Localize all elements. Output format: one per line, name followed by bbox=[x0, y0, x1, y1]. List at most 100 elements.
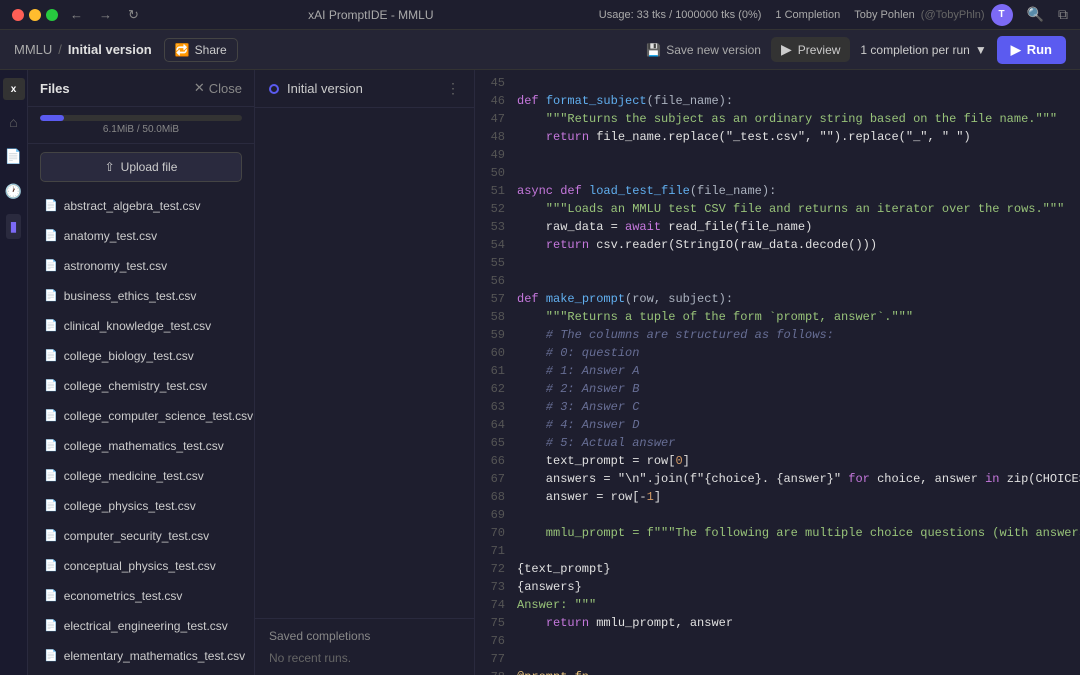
sidebar-icons: x ⌂ 📄 🕐 ▮ bbox=[0, 70, 28, 675]
preview-toggle[interactable]: ▶ Preview bbox=[771, 37, 850, 62]
history-icon[interactable]: 🕐 bbox=[1, 179, 26, 204]
table-row: 52 """Loads an MMLU test CSV file and re… bbox=[475, 200, 1080, 218]
list-item[interactable]: 📄 college_mathematics_test.csv ⋮ bbox=[32, 431, 250, 460]
titlebar: ← → ↻ xAI PromptIDE - MMLU Usage: 33 tks… bbox=[0, 0, 1080, 30]
storage-bar-fill bbox=[40, 115, 64, 121]
line-code: """Returns the subject as an ordinary st… bbox=[517, 110, 1080, 128]
upload-button[interactable]: ⇧ Upload file bbox=[40, 152, 242, 182]
close-sidebar-button[interactable]: ✕ Close bbox=[194, 80, 242, 96]
table-row: 55 bbox=[475, 254, 1080, 272]
line-code bbox=[517, 650, 1080, 668]
upload-icon: ⇧ bbox=[105, 160, 115, 174]
line-code: # 3: Answer C bbox=[517, 398, 1080, 416]
file-item-left: 📄 college_medicine_test.csv bbox=[44, 469, 204, 483]
home-icon[interactable]: ⌂ bbox=[5, 110, 21, 134]
versions-panel: Initial version ⋮ Saved completions No r… bbox=[255, 70, 475, 675]
line-number: 55 bbox=[475, 254, 517, 272]
list-item[interactable]: 📄 abstract_algebra_test.csv ⋮ bbox=[32, 191, 250, 220]
sidebar-title: Files bbox=[40, 81, 70, 96]
file-name: college_chemistry_test.csv bbox=[64, 379, 207, 393]
table-row: 57def make_prompt(row, subject): bbox=[475, 290, 1080, 308]
file-name: college_physics_test.csv bbox=[64, 499, 196, 513]
completion-per-run-label: 1 completion per run bbox=[860, 43, 969, 57]
save-button[interactable]: 💾 Save new version bbox=[646, 43, 761, 57]
table-row: 78@prompt_fn bbox=[475, 668, 1080, 675]
line-number: 57 bbox=[475, 290, 517, 308]
file-item-left: 📄 econometrics_test.csv bbox=[44, 589, 182, 603]
line-number: 75 bbox=[475, 614, 517, 632]
line-number: 67 bbox=[475, 470, 517, 488]
file-icon: 📄 bbox=[44, 199, 58, 212]
version-name: Initial version bbox=[287, 81, 363, 96]
save-label: Save new version bbox=[666, 43, 761, 57]
file-item-left: 📄 elementary_mathematics_test.csv bbox=[44, 649, 245, 663]
files-icon[interactable]: 📄 bbox=[1, 144, 26, 169]
close-label: Close bbox=[209, 81, 242, 96]
list-item[interactable]: 📄 college_physics_test.csv ⋮ bbox=[32, 491, 250, 520]
window-icon[interactable]: ⧉ bbox=[1058, 6, 1068, 23]
line-code: def make_prompt(row, subject): bbox=[517, 290, 1080, 308]
file-icon: 📄 bbox=[44, 559, 58, 572]
list-item[interactable]: 📄 electrical_engineering_test.csv ⋮ bbox=[32, 611, 250, 640]
code-icon[interactable]: ▮ bbox=[6, 214, 22, 239]
storage-bar-bg bbox=[40, 115, 242, 121]
table-row: 64 # 4: Answer D bbox=[475, 416, 1080, 434]
line-code: return csv.reader(StringIO(raw_data.deco… bbox=[517, 236, 1080, 254]
list-item[interactable]: 📄 business_ethics_test.csv ⋮ bbox=[32, 281, 250, 310]
file-icon: 📄 bbox=[44, 469, 58, 482]
file-item-left: 📄 electrical_engineering_test.csv bbox=[44, 619, 228, 633]
list-item[interactable]: 📄 clinical_knowledge_test.csv ⋮ bbox=[32, 311, 250, 340]
list-item[interactable]: 📄 astronomy_test.csv ⋮ bbox=[32, 251, 250, 280]
list-item[interactable]: 📄 anatomy_test.csv ⋮ bbox=[32, 221, 250, 250]
maximize-window-button[interactable] bbox=[46, 9, 58, 21]
line-code: # 5: Actual answer bbox=[517, 434, 1080, 452]
version-more-button[interactable]: ⋮ bbox=[446, 80, 460, 97]
line-number: 46 bbox=[475, 92, 517, 110]
completion-per-run-select[interactable]: 1 completion per run ▼ bbox=[860, 43, 986, 57]
version-item[interactable]: Initial version ⋮ bbox=[255, 70, 474, 107]
code-content[interactable]: 45 46def format_subject(file_name):47 ""… bbox=[475, 70, 1080, 675]
completion-badge: 1 Completion bbox=[775, 9, 840, 21]
list-item[interactable]: 📄 college_biology_test.csv ⋮ bbox=[32, 341, 250, 370]
list-item[interactable]: 📄 econometrics_test.csv ⋮ bbox=[32, 581, 250, 610]
line-number: 74 bbox=[475, 596, 517, 614]
minimize-window-button[interactable] bbox=[29, 9, 41, 21]
breadcrumb-root[interactable]: MMLU bbox=[14, 42, 52, 57]
sidebar-header: Files ✕ Close bbox=[28, 70, 254, 107]
file-name: astronomy_test.csv bbox=[64, 259, 167, 273]
line-code: # 1: Answer A bbox=[517, 362, 1080, 380]
list-item[interactable]: 📄 computer_security_test.csv ⋮ bbox=[32, 521, 250, 550]
list-item[interactable]: 📄 formal_logic_test.csv ⋮ bbox=[32, 671, 250, 675]
search-icon[interactable]: 🔍 bbox=[1027, 6, 1044, 23]
table-row: 72{text_prompt} bbox=[475, 560, 1080, 578]
table-row: 47 """Returns the subject as an ordinary… bbox=[475, 110, 1080, 128]
table-row: 76 bbox=[475, 632, 1080, 650]
list-item[interactable]: 📄 elementary_mathematics_test.csv ⋮ bbox=[32, 641, 250, 670]
file-item-left: 📄 clinical_knowledge_test.csv bbox=[44, 319, 211, 333]
line-number: 60 bbox=[475, 344, 517, 362]
file-name: college_computer_science_test.csv bbox=[64, 409, 253, 423]
line-code bbox=[517, 506, 1080, 524]
table-row: 71 bbox=[475, 542, 1080, 560]
table-row: 63 # 3: Answer C bbox=[475, 398, 1080, 416]
forward-button[interactable]: → bbox=[95, 5, 116, 24]
file-name: econometrics_test.csv bbox=[64, 589, 183, 603]
line-number: 72 bbox=[475, 560, 517, 578]
share-button[interactable]: 🔁 Share bbox=[164, 38, 238, 62]
list-item[interactable]: 📄 college_medicine_test.csv ⋮ bbox=[32, 461, 250, 490]
line-number: 76 bbox=[475, 632, 517, 650]
list-item[interactable]: 📄 college_computer_science_test.csv ⋮ bbox=[32, 401, 250, 430]
line-code: """Loads an MMLU test CSV file and retur… bbox=[517, 200, 1080, 218]
table-row: 58 """Returns a tuple of the form `promp… bbox=[475, 308, 1080, 326]
line-code: {text_prompt} bbox=[517, 560, 1080, 578]
table-row: 62 # 2: Answer B bbox=[475, 380, 1080, 398]
run-button[interactable]: ▶ Run bbox=[997, 36, 1066, 64]
back-button[interactable]: ← bbox=[66, 5, 87, 24]
avatar: T bbox=[991, 4, 1013, 26]
table-row: 67 answers = "\n".join(f"{choice}. {answ… bbox=[475, 470, 1080, 488]
close-window-button[interactable] bbox=[12, 9, 24, 21]
file-name: anatomy_test.csv bbox=[64, 229, 157, 243]
list-item[interactable]: 📄 conceptual_physics_test.csv ⋮ bbox=[32, 551, 250, 580]
refresh-button[interactable]: ↻ bbox=[124, 5, 143, 25]
list-item[interactable]: 📄 college_chemistry_test.csv ⋮ bbox=[32, 371, 250, 400]
